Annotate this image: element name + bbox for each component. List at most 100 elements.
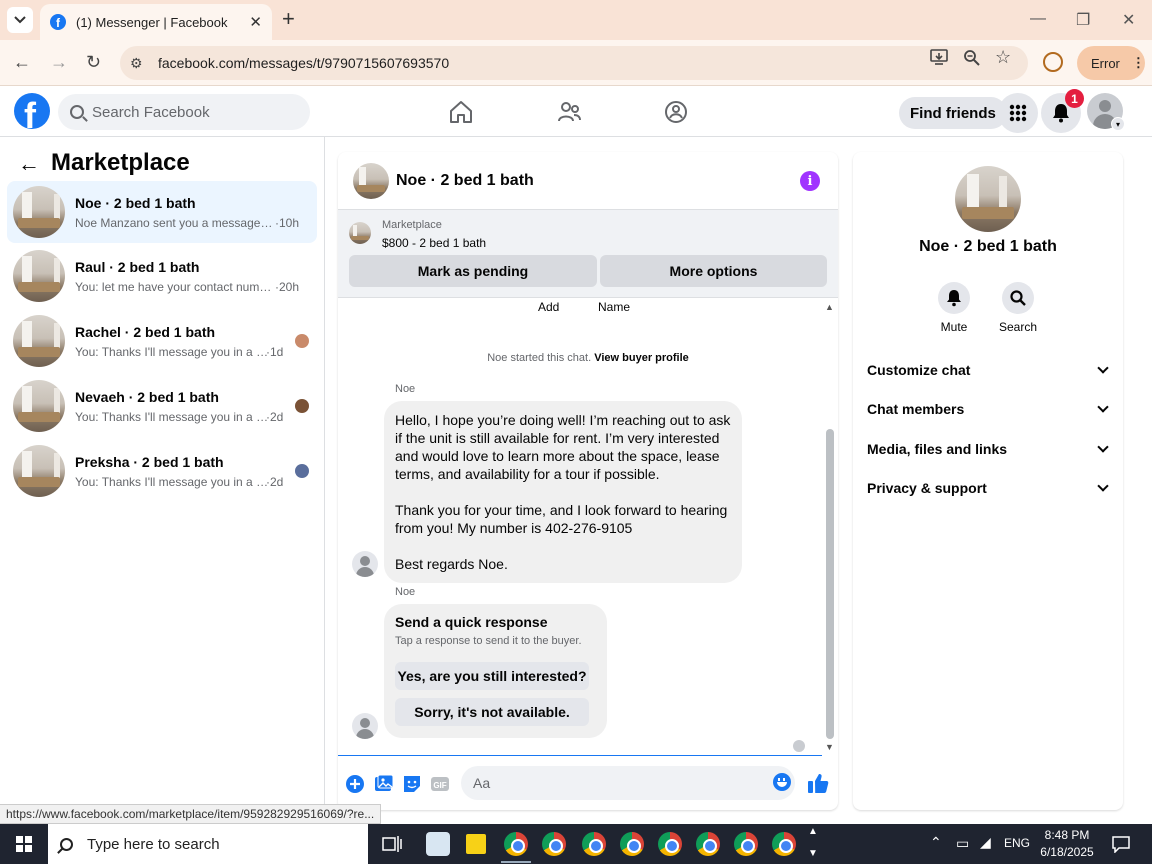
profile-icon[interactable] [1043, 52, 1063, 72]
message-input-box[interactable] [461, 766, 795, 800]
mute-button[interactable]: Mute [924, 282, 984, 334]
conversation-item[interactable]: Noe · 2 bed 1 bath Noe Manzano sent you … [7, 181, 317, 243]
new-tab-button[interactable]: + [282, 8, 295, 30]
add-label: Add [538, 300, 560, 314]
conversation-item[interactable]: Rachel · 2 bed 1 bath You: Thanks I'll m… [7, 310, 317, 372]
conversation-title: Rachel · 2 bed 1 bath [75, 324, 216, 340]
facebook-search-input[interactable] [92, 103, 292, 121]
listing-thumbnail [13, 445, 65, 497]
chat-listing-thumbnail[interactable] [353, 163, 389, 199]
chrome-icon[interactable] [542, 832, 566, 856]
name-label: Name [598, 300, 631, 314]
tray-chevron-up-icon[interactable]: ⌃ [930, 834, 942, 851]
section-chat-members[interactable]: Chat members [867, 394, 1111, 424]
battery-icon[interactable]: ▭ [956, 835, 969, 852]
conversation-item[interactable]: Raul · 2 bed 1 bath You: let me have you… [7, 245, 317, 307]
groups-icon[interactable] [663, 99, 689, 125]
back-arrow-icon[interactable]: ← [18, 151, 40, 177]
quick-response-sorry-button[interactable]: Sorry, it's not available. [395, 698, 589, 726]
chrome-icon[interactable] [582, 832, 606, 856]
wifi-icon[interactable]: ◢ [980, 834, 991, 851]
sender-avatar[interactable] [352, 551, 378, 577]
conversation-item[interactable]: Preksha · 2 bed 1 bath You: Thanks I'll … [7, 440, 317, 502]
section-privacy-support[interactable]: Privacy & support [867, 473, 1111, 503]
reload-icon[interactable]: ↻ [86, 52, 101, 72]
scroll-thumb[interactable] [826, 429, 834, 739]
profile-error-button[interactable]: Error ⋮ [1077, 46, 1145, 80]
search-icon [60, 837, 73, 851]
zoom-icon[interactable] [963, 49, 980, 71]
chrome-icon[interactable] [734, 832, 758, 856]
gif-icon[interactable]: GIF [430, 774, 450, 794]
browser-tab[interactable]: f (1) Messenger | Facebook ✕ [40, 4, 272, 40]
site-settings-icon[interactable]: ⚙ [130, 55, 146, 72]
minimize-icon[interactable]: — [1030, 10, 1046, 28]
section-customize-chat[interactable]: Customize chat [867, 355, 1111, 385]
like-icon[interactable] [807, 772, 829, 794]
photo-icon[interactable] [374, 774, 394, 794]
scroll-down-icon[interactable]: ▼ [825, 742, 834, 752]
view-buyer-profile-link[interactable]: View buyer profile [594, 352, 689, 364]
conversation-snippet: Noe Manzano sent you a message a... [75, 216, 275, 230]
find-friends-button[interactable]: Find friends [899, 97, 1007, 129]
conversation-item[interactable]: Nevaeh · 2 bed 1 bath You: Thanks I'll m… [7, 375, 317, 437]
back-arrow-icon[interactable]: ← [13, 52, 31, 72]
notification-center-icon[interactable] [1111, 835, 1131, 853]
sticker-icon[interactable] [402, 774, 422, 794]
plus-circle-icon[interactable] [345, 774, 365, 794]
sticky-notes-icon[interactable] [466, 834, 486, 854]
seen-avatar [295, 399, 309, 413]
chrome-icon[interactable] [620, 832, 644, 856]
forward-arrow-icon[interactable]: → [50, 52, 68, 72]
tab-search-button[interactable] [7, 7, 33, 33]
more-options-button[interactable]: More options [600, 255, 827, 287]
chrome-icon[interactable] [772, 832, 796, 856]
browser-toolbar: ← → ↻ ⚙ facebook.com/messages/t/97907156… [0, 40, 1152, 86]
friends-icon[interactable] [556, 99, 582, 125]
quick-response-subtitle: Tap a response to send it to the buyer. [395, 635, 582, 647]
close-window-icon[interactable]: ✕ [1122, 10, 1135, 30]
details-listing-thumbnail[interactable] [955, 166, 1021, 232]
section-media-files-links[interactable]: Media, files and links [867, 434, 1111, 464]
mark-as-pending-button[interactable]: Mark as pending [349, 255, 597, 287]
sender-avatar[interactable] [352, 713, 378, 739]
profile-error-label: Error [1091, 55, 1120, 71]
restore-icon[interactable]: ❐ [1076, 10, 1090, 30]
url-text[interactable]: facebook.com/messages/t/9790715607693570 [158, 55, 449, 71]
bookmark-star-icon[interactable]: ☆ [995, 47, 1011, 68]
search-icon [70, 105, 84, 119]
taskbar-clock[interactable]: 8:48 PM 6/18/2025 [1036, 827, 1098, 861]
windows-start-icon[interactable] [16, 836, 32, 852]
facebook-logo-icon[interactable]: f [14, 93, 50, 129]
scroll-up-icon[interactable]: ▲ [808, 826, 818, 837]
facebook-search[interactable] [58, 94, 310, 130]
listing-thumbnail [13, 315, 65, 367]
account-chevron-icon[interactable]: ▾ [1111, 117, 1125, 131]
active-app-indicator [501, 861, 531, 863]
chat-started-text: Noe started this chat. [487, 352, 592, 364]
scroll-up-icon[interactable]: ▲ [825, 302, 834, 312]
chevron-down-icon [1097, 480, 1109, 492]
message-bubble: Hello, I hope you’re doing well! I’m rea… [384, 401, 742, 583]
address-bar[interactable]: ⚙ facebook.com/messages/t/97907156076935… [120, 46, 1028, 80]
home-icon[interactable] [448, 99, 474, 125]
message-input[interactable] [473, 775, 753, 791]
chrome-icon[interactable] [696, 832, 720, 856]
quick-response-yes-button[interactable]: Yes, are you still interested? [395, 662, 589, 690]
language-indicator[interactable]: ENG [1004, 836, 1030, 850]
emoji-icon[interactable] [773, 773, 791, 791]
chrome-icon[interactable] [504, 832, 528, 856]
message-line: Best regards Noe. [395, 556, 508, 572]
menu-grid-button[interactable] [998, 93, 1038, 133]
task-view-icon[interactable] [382, 835, 402, 853]
search-in-chat-button[interactable]: Search [988, 282, 1048, 334]
tab-close-icon[interactable]: ✕ [249, 13, 262, 31]
listing-price[interactable]: $800 - 2 bed 1 bath [382, 236, 486, 250]
taskbar-search[interactable]: Type here to search [48, 824, 368, 864]
info-icon[interactable]: i [800, 171, 820, 191]
paint-app-icon[interactable] [426, 832, 450, 856]
chat-title[interactable]: Noe · 2 bed 1 bath [396, 172, 534, 190]
install-app-icon[interactable] [930, 49, 948, 70]
chrome-icon[interactable] [658, 832, 682, 856]
scroll-down-icon[interactable]: ▼ [808, 848, 818, 859]
